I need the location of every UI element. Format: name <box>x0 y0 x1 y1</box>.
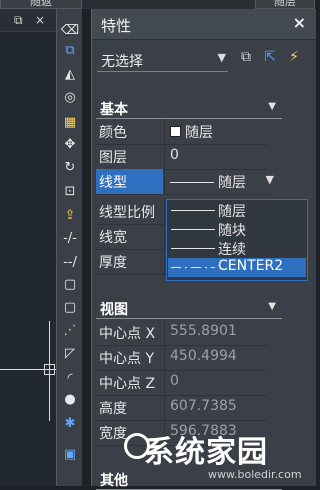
cursor-pickbox <box>44 364 55 375</box>
layers-icon[interactable]: ▣ <box>60 446 80 464</box>
offset-icon[interactable]: ◎ <box>60 89 80 107</box>
window-controls: ⧉ × <box>0 9 56 32</box>
close-icon[interactable]: × <box>293 13 306 32</box>
color-value: 随层 <box>185 125 213 141</box>
prop-row-linetype[interactable]: 线型 随层 ▼ <box>96 169 274 195</box>
prop-value: 0 <box>170 373 179 389</box>
prop-key: 中心点 Y <box>99 351 155 367</box>
array-icon[interactable]: ▦ <box>60 114 80 132</box>
section-view-label: 视图 <box>100 302 128 318</box>
linetype-value: 随层 <box>218 175 246 191</box>
color-swatch <box>170 126 181 137</box>
prop-key: 厚度 <box>99 255 127 271</box>
extend-icon[interactable]: --/ <box>60 254 80 272</box>
select-objects-icon[interactable]: ⇱ <box>260 47 280 67</box>
copy-icon[interactable]: ⧉ <box>60 42 80 60</box>
prop-key: 中心点 Z <box>99 376 156 392</box>
linetype-option[interactable]: 随块 <box>168 220 306 239</box>
prop-value: 随层 <box>170 122 213 142</box>
section-view[interactable]: 视图 ▼ <box>96 298 282 319</box>
section-basic-label: 基本 <box>100 102 128 118</box>
modify-toolbar: ⌫ ⧉ ◭ ◎ ▦ ✥ ↻ ⊡ ⇪ -/- --/ ▢ ▢ ⋰ ◸ ◜ ● ✱ ▣ <box>56 9 83 486</box>
prop-key: 中心点 X <box>99 326 156 342</box>
watermark-text: 系统家园 <box>144 435 268 470</box>
move-icon[interactable]: ✥ <box>60 136 80 154</box>
watermark-url: www.boledir.com <box>208 468 302 481</box>
top-tab-strip: 随返 随层 <box>0 0 315 9</box>
prop-row-color[interactable]: 颜色 随层 <box>96 119 268 145</box>
palette-titlebar: 特性 × <box>92 9 316 40</box>
break-icon[interactable]: ▢ <box>60 299 80 317</box>
chevron-down-icon: ▼ <box>268 301 276 312</box>
watermark: 系统家园 www.boledir.com <box>122 427 312 485</box>
trim-icon[interactable]: -/- <box>60 230 80 248</box>
linetype-option[interactable]: 连续 <box>168 239 306 258</box>
prop-key: 线型 <box>99 175 127 191</box>
tab-label: 随返 <box>30 0 52 8</box>
prop-row-center-x[interactable]: 中心点 X 555.8901 <box>96 320 268 346</box>
prop-key: 线宽 <box>99 230 127 246</box>
chamfer-icon[interactable]: ◸ <box>60 345 80 363</box>
prop-key: 颜色 <box>99 125 127 141</box>
prop-value: 607.7385 <box>170 398 237 414</box>
chevron-down-icon: ▼ <box>217 51 226 64</box>
stretch-icon[interactable]: ⇪ <box>60 207 80 225</box>
linetype-option[interactable]: 随层 <box>168 201 306 220</box>
prop-row-layer[interactable]: 图层 0 <box>96 144 268 170</box>
close-icon[interactable]: × <box>35 13 45 27</box>
join-icon[interactable]: ⋰ <box>60 322 80 340</box>
palette-title: 特性 <box>101 17 132 35</box>
prop-value: 0 <box>170 147 179 163</box>
properties-palette: 特性 × 无选择 ▼ ⧉ ⇱ ⚡ 基本 ▼ 颜色 随层 图层 0 线型 随层 ▼… <box>91 9 316 490</box>
quick-select-icon[interactable]: ⚡ <box>284 47 304 67</box>
prop-value[interactable]: 随层 <box>170 172 246 192</box>
prop-key: 图层 <box>99 150 127 166</box>
selection-dropdown[interactable]: 无选择 ▼ <box>97 49 228 72</box>
linetype-swatch <box>170 182 214 183</box>
explode-icon[interactable]: ✱ <box>60 415 80 433</box>
prop-value: 555.8901 <box>170 323 237 339</box>
prop-row-center-y[interactable]: 中心点 Y 450.4994 <box>96 345 268 371</box>
selection-value: 无选择 <box>101 54 143 70</box>
prop-key: 高度 <box>99 401 127 417</box>
prop-row-height[interactable]: 高度 607.7385 <box>96 395 268 421</box>
panel-gap <box>82 9 91 486</box>
chevron-down-icon: ▼ <box>268 101 276 112</box>
mirror-icon[interactable]: ◭ <box>60 66 80 84</box>
linetype-option-selected[interactable]: CENTER2 <box>168 258 306 277</box>
restore-icon[interactable]: ⧉ <box>14 13 23 28</box>
break-point-icon[interactable]: ▢ <box>60 276 80 294</box>
drawing-canvas[interactable]: ⧉ × <box>0 9 56 486</box>
rotate-icon[interactable]: ↻ <box>60 159 80 177</box>
eraser-icon[interactable]: ⌫ <box>60 22 80 40</box>
section-basic[interactable]: 基本 ▼ <box>96 98 282 119</box>
toggle-pickadd-icon[interactable]: ⧉ <box>236 47 256 67</box>
prop-value: 450.4994 <box>170 348 237 364</box>
tab-fragment[interactable]: 随返 <box>0 0 82 9</box>
chevron-down-icon[interactable]: ▼ <box>266 173 274 186</box>
blend-icon[interactable]: ● <box>60 391 80 409</box>
tab-fragment[interactable]: 随层 <box>255 0 315 9</box>
scale-icon[interactable]: ⊡ <box>60 183 80 201</box>
prop-row-center-z[interactable]: 中心点 Z 0 <box>96 370 268 396</box>
fillet-icon[interactable]: ◜ <box>60 370 80 388</box>
prop-key: 线型比例 <box>99 205 155 221</box>
tab-label: 随层 <box>274 0 296 8</box>
linetype-dropdown-list: 随层 随块 连续 CENTER2 <box>166 199 308 281</box>
